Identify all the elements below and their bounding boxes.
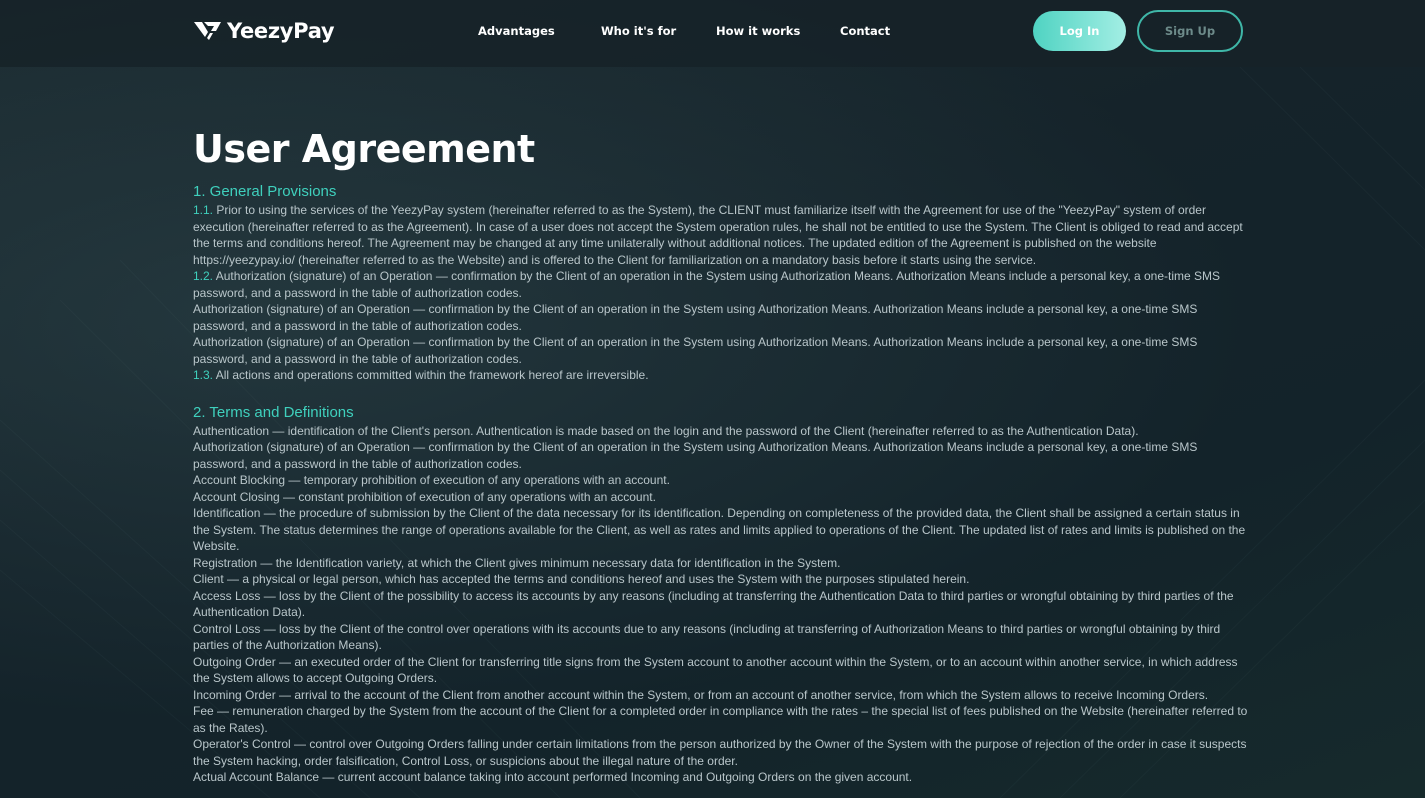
- section-terms-definitions: 2. Terms and Definitions Authentication …: [193, 404, 1248, 786]
- clause-number: 1.1.: [193, 203, 214, 217]
- login-button[interactable]: Log In: [1033, 11, 1126, 51]
- definition-text: Client — a physical or legal person, whi…: [193, 572, 970, 586]
- definition-text: Incoming Order — arrival to the account …: [193, 687, 1209, 702]
- paragraph: Identification — the procedure of submis…: [193, 505, 1248, 555]
- paragraph: Account Closing — constant prohibition o…: [193, 489, 1248, 506]
- clause-text: All actions and operations committed wit…: [213, 368, 649, 382]
- definition-text: Control Loss — loss by the Client of the…: [193, 621, 1221, 653]
- definition-text: Account Closing — constant prohibition o…: [193, 489, 656, 504]
- definition-text: Operator's Control — control over Outgoi…: [193, 737, 1247, 768]
- clause-text: Authorization (signature) of an Operatio…: [193, 335, 1198, 366]
- paragraph: Authorization (signature) of an Operatio…: [193, 439, 1248, 472]
- section-heading: 1. General Provisions: [193, 183, 337, 200]
- clause-number: 1.3.: [193, 368, 214, 382]
- definition-text: Access Loss — loss by the Client of the …: [193, 588, 1234, 620]
- section-general-provisions: 1. General Provisions 1.1. Prior to usin…: [193, 183, 1248, 384]
- clause-text: Authorization (signature) of an Operatio…: [193, 269, 1221, 300]
- definition-text: Identification — the procedure of submis…: [193, 506, 1246, 553]
- nav-contact[interactable]: Contact: [840, 22, 890, 40]
- paragraph: Fee — remuneration charged by the System…: [193, 703, 1248, 736]
- page: YeezyPay Advantages Who it's for How it …: [0, 0, 1425, 798]
- nav-how-it-works[interactable]: How it works: [716, 22, 800, 40]
- paragraph: Control Loss — loss by the Client of the…: [193, 621, 1248, 654]
- paragraph: Actual Account Balance — current account…: [193, 769, 1248, 786]
- definition-text: Authorization (signature) of an Operatio…: [193, 440, 1198, 471]
- definition-text: Authentication — identification of the C…: [193, 423, 1139, 438]
- clause-number: 1.2.: [193, 269, 214, 283]
- paragraph: Authentication — identification of the C…: [193, 423, 1248, 440]
- signup-button[interactable]: Sign Up: [1137, 10, 1243, 52]
- section-heading: 2. Terms and Definitions: [193, 403, 354, 421]
- paragraph: Access Loss — loss by the Client of the …: [193, 588, 1248, 621]
- paragraph: 1.2. Authorization (signature) of an Ope…: [193, 268, 1248, 301]
- clause-text: Prior to using the services of the Yeezy…: [193, 203, 1243, 267]
- definition-text: Registration — the Identification variet…: [193, 555, 841, 570]
- paragraph: Authorization (signature) of an Operatio…: [193, 334, 1248, 367]
- nav-advantages[interactable]: Advantages: [478, 22, 555, 40]
- definition-text: Outgoing Order — an executed order of th…: [193, 654, 1238, 686]
- paragraph: Account Blocking — temporary prohibition…: [193, 472, 1248, 489]
- nav-who-its-for[interactable]: Who it's for: [601, 22, 676, 40]
- top-navigation-bar: YeezyPay Advantages Who it's for How it …: [0, 0, 1425, 67]
- page-title: User Agreement: [193, 127, 535, 171]
- definition-text: Account Blocking — temporary prohibition…: [193, 473, 670, 487]
- definition-text: Actual Account Balance — current account…: [193, 770, 913, 784]
- paragraph: Operator's Control — control over Outgoi…: [193, 736, 1248, 769]
- paragraph: 1.3. All actions and operations committe…: [193, 367, 1248, 384]
- paragraph: Client — a physical or legal person, whi…: [193, 571, 1248, 588]
- paragraph: Incoming Order — arrival to the account …: [193, 687, 1248, 704]
- clause-text: Authorization (signature) of an Operatio…: [193, 302, 1198, 333]
- paragraph: Authorization (signature) of an Operatio…: [193, 301, 1248, 334]
- paragraph: 1.1. Prior to using the services of the …: [193, 202, 1248, 268]
- definition-text: Fee — remuneration charged by the System…: [193, 704, 1248, 735]
- agreement-content: User Agreement 1. General Provisions 1.1…: [193, 125, 1248, 786]
- paragraph: Registration — the Identification variet…: [193, 555, 1248, 572]
- paragraph: Outgoing Order — an executed order of th…: [193, 654, 1248, 687]
